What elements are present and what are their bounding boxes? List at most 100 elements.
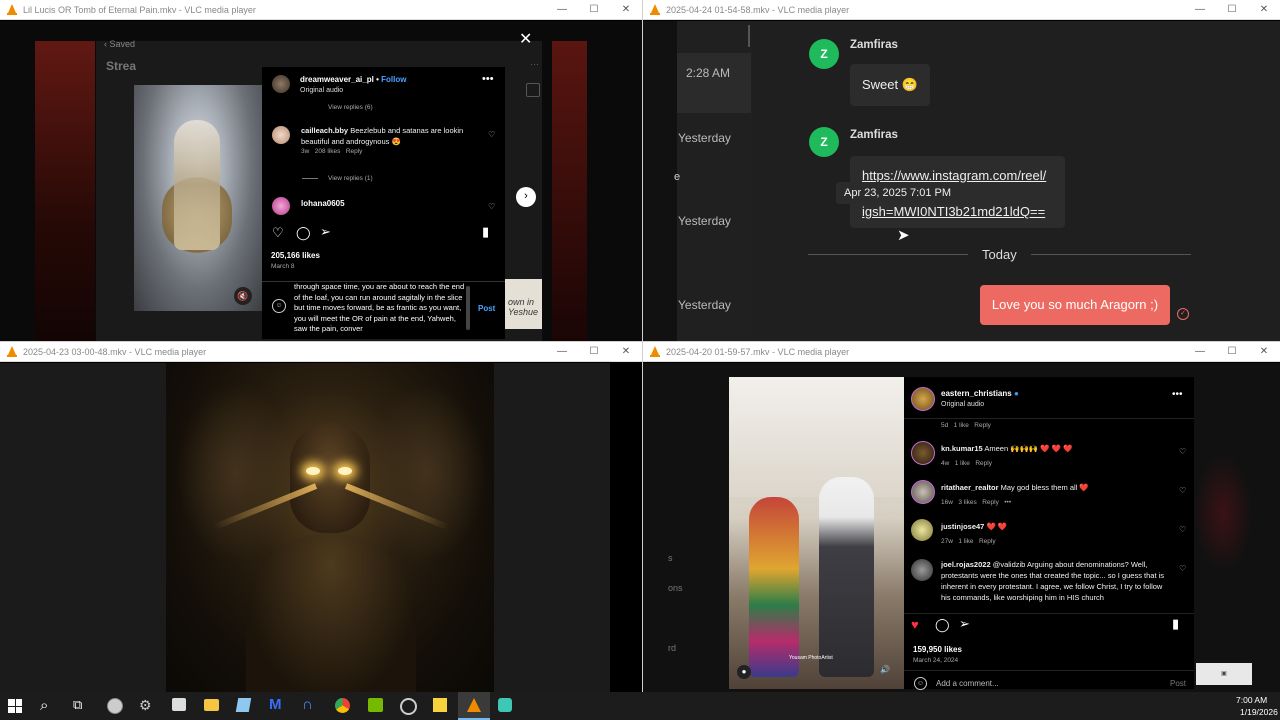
app-icon-m[interactable]: M	[269, 696, 282, 713]
app-icon-clock[interactable]	[107, 698, 123, 714]
reply-button[interactable]: Reply	[975, 460, 992, 467]
more-options-icon[interactable]: •••	[482, 73, 494, 85]
video-area[interactable]	[0, 363, 642, 692]
reels-icon[interactable]	[526, 83, 540, 97]
comment-username[interactable]: cailleach.bby	[301, 126, 348, 135]
message-link[interactable]: igsh=MWI0NTI3b21md21ldQ==	[862, 204, 1045, 219]
title-bar[interactable]: Lil Lucis OR Tomb of Eternal Pain.mkv - …	[0, 0, 642, 20]
like-comment-icon[interactable]: ♡	[488, 202, 495, 211]
comment-input[interactable]: Add a comment...	[936, 679, 999, 688]
maximize-button[interactable]: ☐	[1216, 4, 1248, 15]
share-icon[interactable]: ➢	[959, 616, 970, 632]
like-comment-icon[interactable]: ♡	[1179, 564, 1186, 573]
comment-likes[interactable]: 1 like	[955, 460, 970, 467]
close-button[interactable]: ✕	[1248, 346, 1280, 357]
message-bubble[interactable]: Sweet 😁	[850, 64, 930, 106]
maximize-button[interactable]: ☐	[1216, 346, 1248, 357]
minimize-button[interactable]: —	[1184, 4, 1216, 15]
more-options-icon[interactable]: •••	[1172, 389, 1183, 400]
video-area[interactable]: 2:28 AM Yesterday Yesterday Yesterday e …	[643, 21, 1280, 341]
next-post-button[interactable]: ›	[516, 187, 536, 207]
reply-button[interactable]: Reply	[982, 499, 999, 506]
original-audio-label[interactable]: Original audio	[941, 401, 984, 408]
title-bar[interactable]: 2025-04-24 01-54-58.mkv - VLC media play…	[643, 0, 1280, 20]
maximize-button[interactable]: ☐	[578, 4, 610, 15]
mute-icon[interactable]: 🔇	[234, 287, 252, 305]
like-comment-icon[interactable]: ♡	[1179, 486, 1186, 495]
minimize-button[interactable]: —	[1184, 346, 1216, 357]
view-replies-link[interactable]: View replies (6)	[328, 104, 373, 111]
search-icon[interactable]: ⌕	[40, 697, 48, 714]
share-icon[interactable]: ➢	[320, 224, 331, 240]
avatar[interactable]: Z	[809, 127, 839, 157]
post-username[interactable]: dreamweaver_ai_pl	[300, 75, 374, 84]
like-icon[interactable]: ♥	[911, 617, 919, 632]
post-image[interactable]: Yousam PhotoArtist 🔊 ●	[729, 377, 904, 689]
comment-likes[interactable]: 1 like	[958, 538, 973, 545]
saved-link[interactable]: ‹ Saved	[104, 39, 135, 49]
app-icon-b[interactable]: ∩	[302, 696, 313, 713]
comment-icon[interactable]: ◯	[296, 225, 311, 241]
task-view-icon[interactable]: ⧉	[73, 697, 82, 713]
avatar[interactable]: Z	[809, 39, 839, 69]
comment-username[interactable]: kn.kumar15	[941, 444, 983, 453]
clock-date[interactable]: 1/19/2026	[1240, 707, 1278, 717]
message-link[interactable]: https://www.instagram.com/reel/	[862, 168, 1046, 183]
bookmark-icon[interactable]: ▮	[482, 224, 489, 240]
post-button[interactable]: Post	[1170, 679, 1186, 688]
reply-button[interactable]: Reply	[346, 148, 363, 155]
minimize-button[interactable]: —	[546, 346, 578, 357]
view-replies-link[interactable]: View replies (1)	[328, 175, 373, 182]
comment-likes[interactable]: 1 like	[954, 422, 969, 429]
avatar[interactable]	[911, 480, 935, 504]
bookmark-icon[interactable]: ▮	[1172, 616, 1179, 632]
likes-count[interactable]: 205,166 likes	[271, 251, 320, 260]
avatar[interactable]	[911, 441, 935, 465]
close-button[interactable]: ✕	[610, 4, 642, 15]
comment-icon[interactable]: ◯	[935, 617, 950, 633]
video-area[interactable]: s ons rd ▣ Yousam PhotoArtist 🔊 ● easter…	[643, 363, 1280, 692]
my-message-bubble[interactable]: Love you so much Aragorn ;)	[980, 285, 1170, 325]
avatar[interactable]	[911, 519, 933, 541]
comment-input[interactable]: through space time, you are about to rea…	[294, 282, 466, 335]
avatar[interactable]	[911, 559, 933, 581]
comment-username[interactable]: justinjose47	[941, 522, 984, 531]
comment-likes[interactable]: 208 likes	[315, 148, 341, 155]
post-button[interactable]: Post	[478, 304, 495, 313]
title-bar[interactable]: 2025-04-20 01-59-57.mkv - VLC media play…	[643, 342, 1280, 362]
video-area[interactable]: ‹ Saved Strea 🔇 dreamweaver_ai_pl • Foll…	[0, 21, 642, 341]
original-audio-label[interactable]: Original audio	[300, 87, 343, 94]
post-username[interactable]: eastern_christians	[941, 389, 1012, 398]
vlc-taskbar-button[interactable]	[458, 692, 490, 720]
scrollbar[interactable]	[748, 25, 750, 47]
app-icon-circle[interactable]	[400, 698, 417, 715]
likes-count[interactable]: 159,950 likes	[913, 645, 962, 654]
file-explorer-icon[interactable]	[204, 699, 219, 711]
avatar[interactable]	[911, 387, 935, 411]
comment-username[interactable]: ritathaer_realtor	[941, 483, 999, 492]
avatar[interactable]	[272, 126, 290, 144]
like-comment-icon[interactable]: ♡	[1179, 447, 1186, 456]
post-image[interactable]: 🔇	[134, 85, 262, 311]
maximize-button[interactable]: ☐	[578, 346, 610, 357]
comment-username[interactable]: joel.rojas2022	[941, 560, 991, 569]
minimize-button[interactable]: —	[546, 4, 578, 15]
like-comment-icon[interactable]: ♡	[1179, 525, 1186, 534]
clock-time[interactable]: 7:00 AM	[1236, 695, 1267, 705]
nvidia-icon[interactable]	[368, 698, 383, 712]
user-tag-icon[interactable]: ●	[737, 665, 751, 679]
more-icon[interactable]: •••	[1004, 499, 1011, 506]
more-icon[interactable]: ···	[530, 59, 539, 69]
app-icon-teal[interactable]	[498, 698, 512, 712]
comment-likes[interactable]: 3 likes	[958, 499, 976, 506]
audio-icon[interactable]: 🔊	[880, 665, 890, 674]
close-icon[interactable]: ✕	[519, 29, 532, 49]
comment-username[interactable]: lohana0605	[301, 199, 345, 208]
chrome-icon[interactable]	[335, 698, 350, 713]
app-icon-drive[interactable]	[172, 698, 186, 711]
emoji-icon[interactable]: ☺	[914, 677, 927, 690]
sticky-notes-icon[interactable]	[433, 698, 447, 712]
reply-button[interactable]: Reply	[974, 422, 991, 429]
title-bar[interactable]: 2025-04-23 03-00-48.mkv - VLC media play…	[0, 342, 642, 362]
like-comment-icon[interactable]: ♡	[488, 130, 495, 139]
